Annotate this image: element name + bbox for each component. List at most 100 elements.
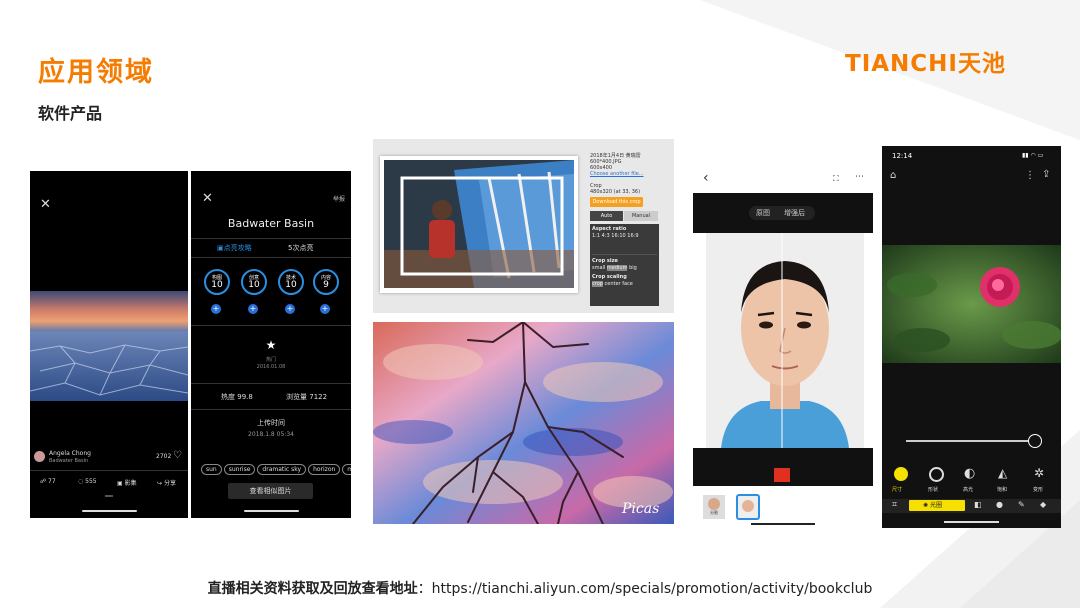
slider-track[interactable] <box>906 440 1036 442</box>
original-tab[interactable]: 原图 <box>756 208 770 218</box>
more-icon[interactable]: ⋯ <box>855 172 864 182</box>
aspect-ratio-label: Aspect ratio <box>592 226 627 232</box>
location: Badwater Basin <box>49 458 89 464</box>
user-name[interactable]: Angela Chong <box>49 450 91 457</box>
page-indicator <box>105 495 113 497</box>
tag-list: sunsunrisedramatic skyhorizonmoo <box>201 456 351 475</box>
compare-icon[interactable]: ⛶ <box>833 174 839 184</box>
export-icon[interactable]: ⇪ <box>1042 169 1050 180</box>
shape-icon[interactable] <box>929 467 944 482</box>
auto-mode-button[interactable]: Auto <box>590 211 623 221</box>
filter-icon[interactable]: ◧ <box>974 500 982 509</box>
add-score-button[interactable]: + <box>285 304 295 314</box>
rose-photo <box>882 245 1061 363</box>
heart-icon[interactable]: ♡ <box>173 450 182 461</box>
stat-a-value: 77 <box>48 478 56 485</box>
divider <box>191 383 351 384</box>
tag-chip[interactable]: horizon <box>308 464 341 475</box>
paint-bucket-icon[interactable]: ◭ <box>998 466 1007 480</box>
star-icon: ★ <box>265 338 277 352</box>
close-icon[interactable]: ✕ <box>40 197 51 212</box>
tab-lit[interactable]: 5次点亮 <box>288 243 313 253</box>
footer-url[interactable]: https://tianchi.aliyun.com/specials/prom… <box>432 581 873 597</box>
stat-b-value: 555 <box>85 478 97 485</box>
divider <box>191 325 351 326</box>
split-slider-handle[interactable] <box>774 468 790 482</box>
aperture-icon[interactable] <box>894 467 908 481</box>
more-vertical-icon[interactable]: ⋮ <box>1025 170 1035 181</box>
thumb-face <box>742 500 754 512</box>
ratio-option[interactable]: 16:10 <box>611 233 625 239</box>
stat-a[interactable]: ☍ 77 <box>40 478 56 485</box>
album-button[interactable]: ▣ 影集 <box>117 478 137 487</box>
ratio-option[interactable]: 16:9 <box>627 233 638 239</box>
home-indicator <box>944 521 999 523</box>
warp-icon[interactable]: ✲ <box>1034 466 1044 480</box>
crop-icon[interactable]: ⌗ <box>892 500 897 510</box>
scaling-options: crop center face <box>592 281 657 288</box>
scaling-option[interactable]: face <box>622 281 633 287</box>
choose-file-link[interactable]: Choose another file... <box>590 171 644 177</box>
slider-thumb[interactable] <box>1028 434 1042 448</box>
avatar[interactable] <box>34 451 45 462</box>
thumbnail-enhanced[interactable] <box>736 494 760 520</box>
thumb-label: 分割 <box>710 510 718 515</box>
share-icon: ↪ <box>157 480 163 487</box>
footer-sep: ： <box>417 581 432 597</box>
bandage-icon[interactable]: ◆ <box>1040 500 1046 509</box>
stat-b[interactable]: ◌ 555 <box>78 478 97 485</box>
scaling-option[interactable]: crop <box>592 281 603 287</box>
status-time: 12:14 <box>892 152 913 160</box>
tool-label: 形状 <box>928 487 939 493</box>
ratio-options: 1:1 4:3 16:10 16:9 <box>592 233 657 240</box>
style-transfer-painting: Picas <box>373 322 674 524</box>
phone-screenshot-photo-editor: 12:14 ▮▮ ◠ ▭ ⌂ ⋮ ⇪ 尺寸 形状 ◐ 高光 ◭ 饱和 ✲ 变形 … <box>882 146 1061 528</box>
ratio-option[interactable]: 1:1 <box>592 233 600 239</box>
upload-time: 2018.1.8 05:34 <box>248 431 294 438</box>
ratio-option[interactable]: 4:3 <box>602 233 610 239</box>
manual-mode-button[interactable]: Manual <box>624 211 658 221</box>
crop-image-frame <box>380 156 578 293</box>
bulb-icon[interactable]: ● <box>996 500 1003 509</box>
heat-value: 99.8 <box>237 393 253 401</box>
magic-wand-icon[interactable]: ✎ <box>1018 500 1025 509</box>
file-info: 2018年1月4日 黄瑞雷 600*400.JPG 600x400 Choose… <box>590 153 644 177</box>
chat-icon: ◌ <box>78 478 84 485</box>
painting-image <box>373 322 674 524</box>
tag-chip[interactable]: moo <box>342 464 351 475</box>
download-crop-button[interactable]: Download this crop <box>590 197 643 207</box>
active-tool-button[interactable]: ✺ 光圈 <box>909 500 965 511</box>
home-icon[interactable]: ⌂ <box>890 170 896 181</box>
tag-chip[interactable]: sunrise <box>223 464 256 475</box>
heat-label: 热度 <box>221 393 235 401</box>
badge-label: 热门 <box>265 357 276 363</box>
size-option[interactable]: big <box>629 265 637 271</box>
add-score-button[interactable]: + <box>211 304 221 314</box>
tool-label: 尺寸 <box>892 487 903 493</box>
add-score-button[interactable]: + <box>320 304 330 314</box>
tag-chip[interactable]: dramatic sky <box>257 464 307 475</box>
thumbnail-original[interactable]: 分割 <box>703 495 725 519</box>
enhanced-tab[interactable]: 增强后 <box>784 208 805 218</box>
crop-value: 480x320 (at 33, 36) <box>590 189 641 195</box>
heat-stat: 热度 99.8 <box>221 392 253 402</box>
compare-toggle[interactable]: 原图 增强后 <box>749 206 815 220</box>
back-icon[interactable]: ‹ <box>703 170 709 186</box>
size-option[interactable]: medium <box>606 265 628 271</box>
share-button[interactable]: ↪ 分享 <box>157 478 176 487</box>
smart-crop-tool-screenshot: 2018年1月4日 黄瑞雷 600*400.JPG 600x400 Choose… <box>373 139 674 313</box>
similar-images-button[interactable]: 查看相似图片 <box>228 483 313 499</box>
report-link[interactable]: 举报 <box>333 194 345 203</box>
add-score-button[interactable]: + <box>248 304 258 314</box>
score-circle: 创意 10 <box>241 269 267 295</box>
close-icon[interactable]: ✕ <box>202 191 213 206</box>
tag-chip[interactable]: sun <box>201 464 222 475</box>
face-enhance-screenshot: ‹ ⛶ ⋯ 原图 增强后 分割 <box>693 148 873 528</box>
size-options: small medium big <box>592 265 657 272</box>
tab-tips[interactable]: ▣点亮攻略 <box>217 243 252 253</box>
scaling-option[interactable]: center <box>605 281 621 287</box>
size-option[interactable]: small <box>592 265 605 271</box>
score-value: 10 <box>211 280 223 290</box>
badge-date: 2016.01.08 <box>256 364 286 370</box>
highlight-icon[interactable]: ◐ <box>964 466 975 481</box>
